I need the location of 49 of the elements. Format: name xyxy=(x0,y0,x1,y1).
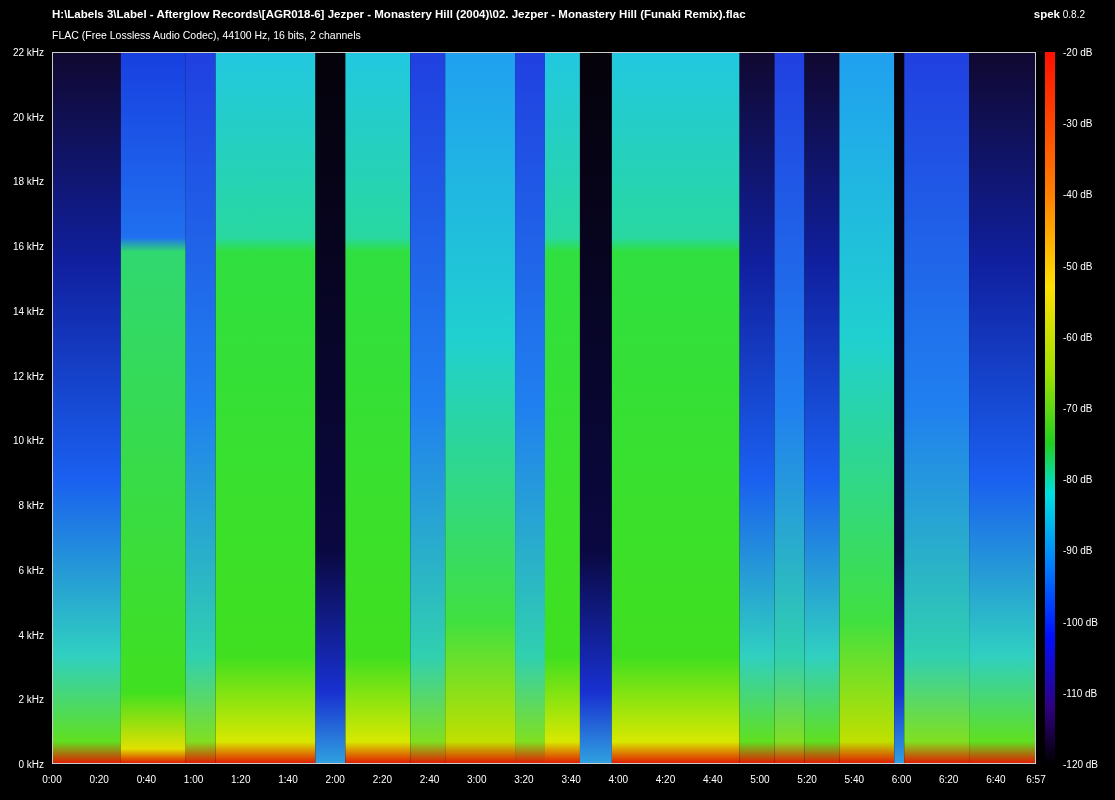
level-label: -30 dB xyxy=(1063,117,1093,129)
time-label: 6:00 xyxy=(891,774,912,785)
frequency-label: 4 kHz xyxy=(18,629,44,641)
frequency-label: 16 kHz xyxy=(12,240,44,252)
time-label: 5:20 xyxy=(797,774,817,785)
frequency-label: 6 kHz xyxy=(18,564,44,576)
level-label: -120 dB xyxy=(1063,758,1099,770)
level-label: -50 dB xyxy=(1063,260,1093,272)
app-name: spek xyxy=(1033,8,1060,20)
level-label: -90 dB xyxy=(1063,544,1093,556)
time-label: 5:40 xyxy=(844,774,865,785)
time-label: 3:40 xyxy=(561,774,581,785)
time-label: 0:00 xyxy=(42,774,62,785)
frequency-label: 2 kHz xyxy=(18,693,44,705)
time-label: 3:00 xyxy=(467,774,487,785)
time-label: 2:40 xyxy=(419,774,440,785)
time-label: 2:20 xyxy=(372,774,393,785)
level-label: -70 dB xyxy=(1063,402,1093,414)
frequency-label: 12 kHz xyxy=(12,370,44,382)
frequency-label: 10 kHz xyxy=(12,434,44,446)
frequency-label: 20 kHz xyxy=(12,111,44,123)
time-label: 4:40 xyxy=(703,774,723,785)
time-label: 6:20 xyxy=(938,774,959,785)
time-label: 3:20 xyxy=(514,774,534,785)
level-label: -60 dB xyxy=(1063,331,1093,343)
time-label: 1:00 xyxy=(183,774,204,785)
frequency-label: 0 kHz xyxy=(18,758,44,770)
stream-info: FLAC (Free Lossless Audio Codec), 44100 Hz, 16 bits, 2 channels xyxy=(52,29,362,41)
time-label: 0:40 xyxy=(136,774,157,785)
frequency-label: 8 kHz xyxy=(18,499,44,511)
time-label: 0:20 xyxy=(89,774,109,785)
level-label: -20 dB xyxy=(1063,46,1093,58)
time-label: 1:40 xyxy=(278,774,298,785)
time-label: 6:57 xyxy=(1026,774,1046,785)
level-label: -100 dB xyxy=(1063,616,1099,628)
level-label: -40 dB xyxy=(1063,188,1093,200)
frequency-label: 14 kHz xyxy=(12,305,44,317)
time-label: 6:40 xyxy=(986,774,1006,785)
level-label: -110 dB xyxy=(1063,687,1098,699)
time-label: 2:00 xyxy=(325,774,345,785)
time-label: 5:00 xyxy=(750,774,770,785)
frequency-label: 22 kHz xyxy=(12,46,44,58)
app-version: 0.8.2 xyxy=(1062,9,1085,20)
file-path: H:\Labels 3\Label - Afterglow Records\[AGR018-6] Jezper - Monastery Hill (2004)\02. Jezper - Monastery Hill (Funaki Remix).flac xyxy=(52,8,746,20)
frequency-label: 18 kHz xyxy=(12,175,44,187)
time-label: 4:00 xyxy=(608,774,629,785)
time-label: 1:20 xyxy=(231,774,251,785)
level-label: -80 dB xyxy=(1063,473,1093,485)
time-label: 4:20 xyxy=(655,774,676,785)
